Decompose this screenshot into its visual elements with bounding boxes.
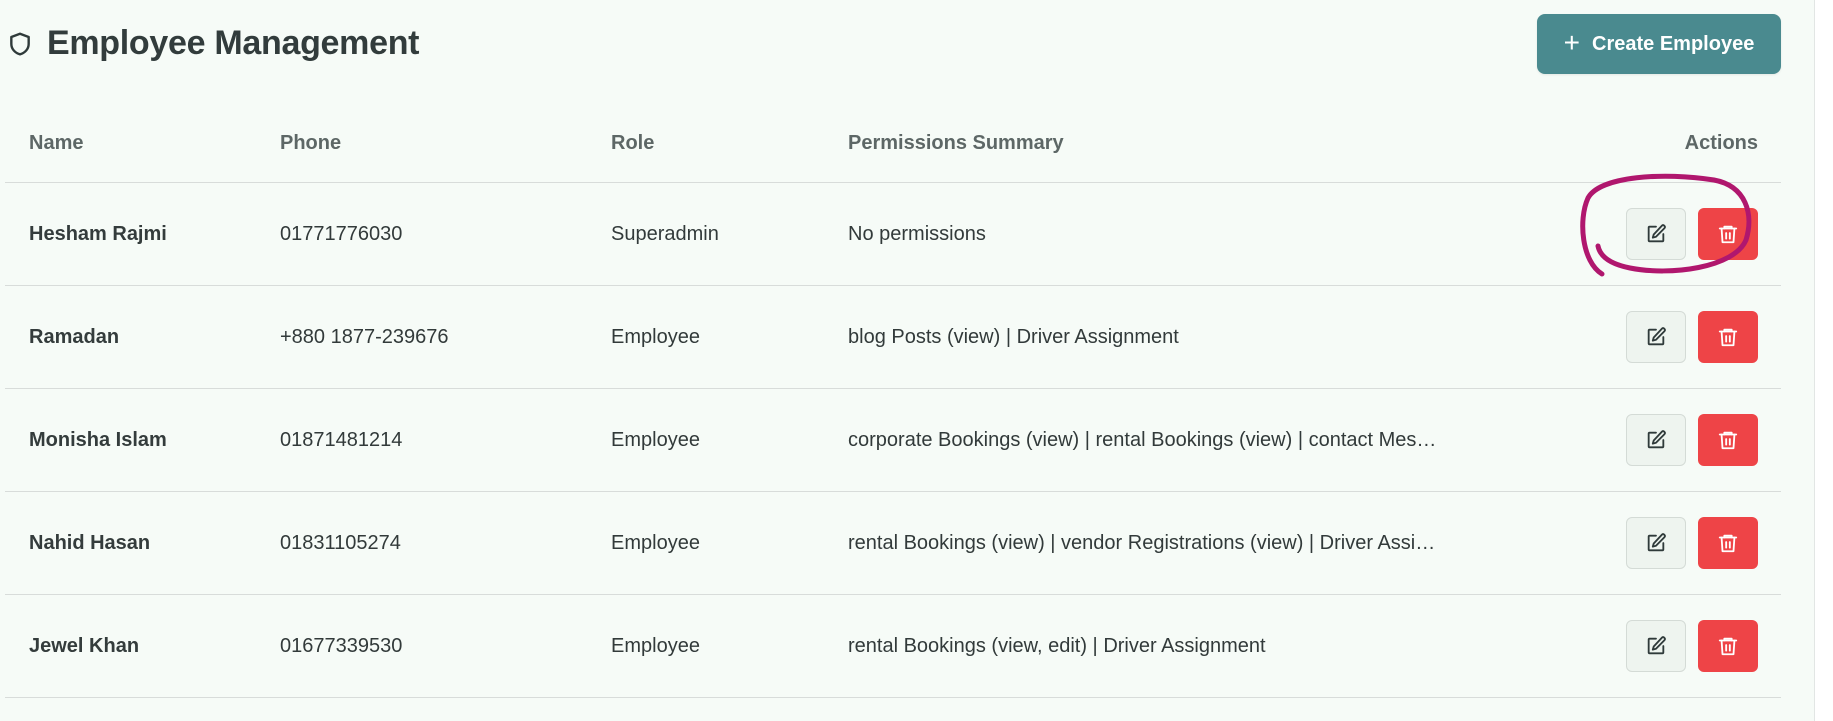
employee-role: Superadmin bbox=[611, 222, 719, 245]
delete-button[interactable] bbox=[1698, 620, 1758, 672]
edit-icon bbox=[1647, 533, 1666, 552]
edit-icon bbox=[1647, 636, 1666, 655]
table-row: Monisha Islam 01871481214 Employee corpo… bbox=[5, 389, 1781, 492]
employee-permissions: No permissions bbox=[848, 222, 986, 245]
table-row: Hesham Rajmi 01771776030 Superadmin No p… bbox=[5, 183, 1781, 286]
employee-permissions: rental Bookings (view, edit) | Driver As… bbox=[848, 634, 1266, 657]
row-actions bbox=[1540, 517, 1781, 569]
row-actions bbox=[1540, 208, 1781, 260]
employee-phone: 01831105274 bbox=[280, 531, 401, 554]
delete-button[interactable] bbox=[1698, 208, 1758, 260]
employee-name: Hesham Rajmi bbox=[29, 222, 167, 245]
row-actions bbox=[1540, 311, 1781, 363]
trash-icon bbox=[1718, 225, 1738, 244]
employee-permissions: corporate Bookings (view) | rental Booki… bbox=[848, 428, 1437, 451]
scrollbar-track[interactable] bbox=[1814, 0, 1833, 721]
edit-button[interactable] bbox=[1626, 208, 1686, 260]
title-group: Employee Management bbox=[7, 24, 419, 63]
employee-name: Ramadan bbox=[29, 325, 120, 348]
employee-management-page: Employee Management + Create Employee Na… bbox=[0, 0, 1833, 721]
page-header: Employee Management + Create Employee bbox=[0, 0, 1781, 92]
employee-name: Monisha Islam bbox=[29, 428, 167, 451]
employee-phone: 01771776030 bbox=[280, 222, 403, 245]
employee-phone: 01871481214 bbox=[280, 428, 403, 451]
employee-role: Employee bbox=[611, 325, 700, 348]
table-header: Name Phone Role Permissions Summary Acti… bbox=[5, 104, 1781, 183]
trash-icon bbox=[1718, 328, 1738, 347]
employee-role: Employee bbox=[611, 531, 700, 554]
employee-phone: 01677339530 bbox=[280, 634, 403, 657]
employee-role: Employee bbox=[611, 634, 700, 657]
trash-icon bbox=[1718, 431, 1738, 450]
delete-button[interactable] bbox=[1698, 414, 1758, 466]
trash-icon bbox=[1718, 534, 1738, 553]
table-row: Jewel Khan 01677339530 Employee rental B… bbox=[5, 595, 1781, 698]
page-title: Employee Management bbox=[47, 24, 420, 62]
employee-phone: +880 1877-239676 bbox=[280, 325, 449, 348]
table-row: Nahid Hasan 01831105274 Employee rental … bbox=[5, 492, 1781, 595]
column-header-role: Role bbox=[611, 131, 655, 154]
plus-icon: + bbox=[1563, 26, 1581, 58]
edit-icon bbox=[1647, 224, 1666, 243]
edit-button[interactable] bbox=[1626, 517, 1686, 569]
edit-icon bbox=[1647, 327, 1666, 346]
employee-permissions: blog Posts (view) | Driver Assignment bbox=[848, 325, 1179, 348]
edit-icon bbox=[1647, 430, 1666, 449]
employee-name: Nahid Hasan bbox=[29, 531, 151, 554]
column-header-permissions: Permissions Summary bbox=[848, 131, 1064, 154]
trash-icon bbox=[1718, 637, 1738, 656]
delete-button[interactable] bbox=[1698, 517, 1758, 569]
edit-button[interactable] bbox=[1626, 311, 1686, 363]
shield-icon bbox=[7, 31, 33, 57]
employee-name: Jewel Khan bbox=[29, 634, 140, 657]
row-actions bbox=[1540, 620, 1781, 672]
employees-table: Name Phone Role Permissions Summary Acti… bbox=[5, 104, 1781, 698]
create-employee-button[interactable]: + Create Employee bbox=[1537, 14, 1781, 74]
row-actions bbox=[1540, 414, 1781, 466]
column-header-actions: Actions bbox=[1684, 131, 1758, 154]
edit-button[interactable] bbox=[1626, 414, 1686, 466]
table-row: Ramadan +880 1877-239676 Employee blog P… bbox=[5, 286, 1781, 389]
employee-permissions: rental Bookings (view) | vendor Registra… bbox=[848, 531, 1436, 554]
edit-button[interactable] bbox=[1626, 620, 1686, 672]
create-employee-label: Create Employee bbox=[1592, 32, 1755, 55]
column-header-phone: Phone bbox=[280, 131, 342, 154]
delete-button[interactable] bbox=[1698, 311, 1758, 363]
column-header-name: Name bbox=[29, 131, 84, 154]
employee-role: Employee bbox=[611, 428, 700, 451]
